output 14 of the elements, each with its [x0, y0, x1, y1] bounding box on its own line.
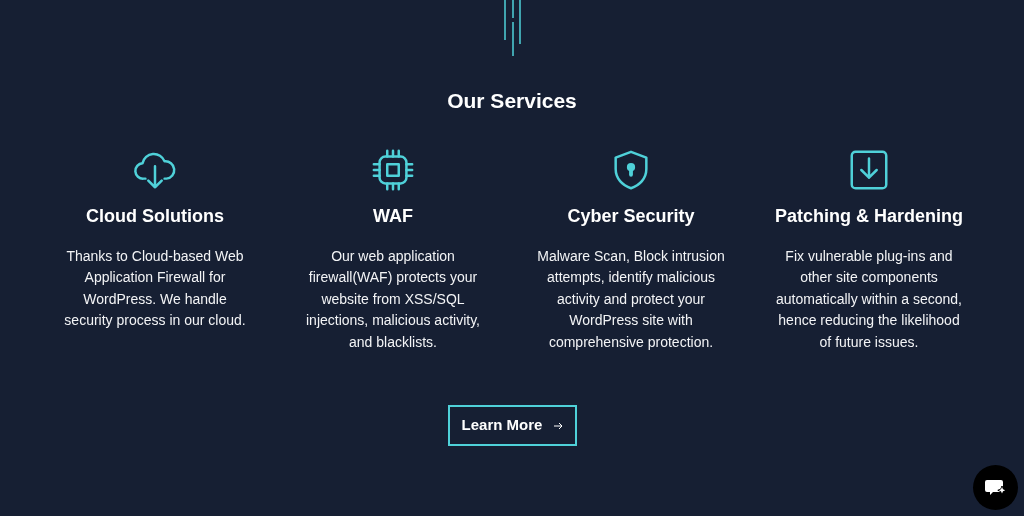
- service-description: Our web application firewall(WAF) protects your website from XSS/SQL injections, malicious activity, and blacklists.: [306, 246, 480, 352]
- chat-button[interactable]: [973, 465, 1018, 510]
- service-title: Cyber Security: [567, 204, 695, 228]
- section-title: Our Services: [447, 88, 577, 114]
- service-title: Cloud Solutions: [86, 204, 224, 228]
- arrow-right-icon: [554, 421, 564, 430]
- decorative-lines-drawing: [503, 0, 523, 56]
- chat-sparkle-icon: [983, 477, 1008, 498]
- service-description: Fix vulnerable plug-ins and other site components automatically within a second, hence reducing the likelihood of future issues.: [776, 246, 962, 352]
- service-description: Thanks to Cloud-based Web Application Firewall for WordPress. We handle security process in our cloud.: [64, 246, 246, 330]
- service-title: WAF: [373, 204, 413, 228]
- service-description: Malware Scan, Block intrusion attempts, identify malicious activity and protect your WordPress site with comprehensive protection.: [537, 246, 725, 352]
- service-title: Patching & Hardening: [775, 204, 963, 228]
- learn-more-button[interactable]: Learn More: [448, 405, 577, 446]
